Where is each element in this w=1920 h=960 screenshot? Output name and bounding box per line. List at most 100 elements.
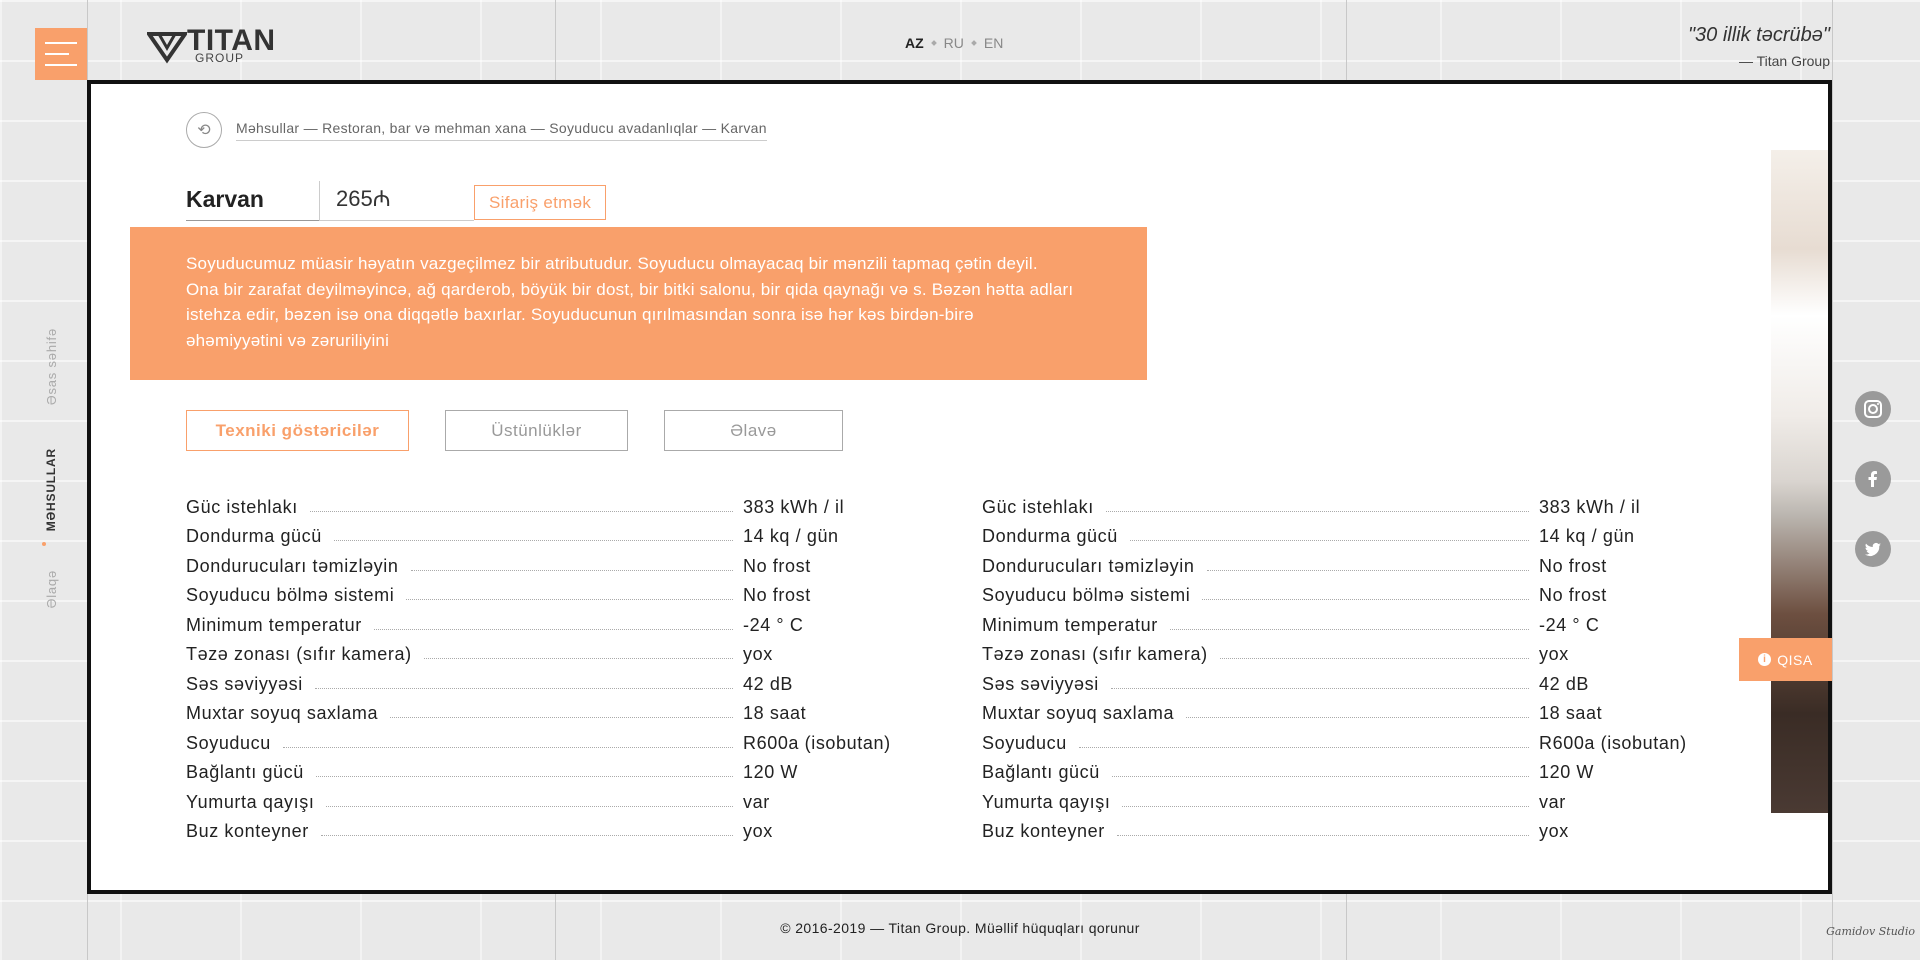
spec-row: Dondurucuları təmizləyin No frost (186, 547, 906, 577)
spec-row: Güc istehlakı 383 kWh / il (186, 488, 906, 518)
spec-label: Səs səviyyəsi (186, 673, 303, 694)
spec-value: R600a (isobutan) (1539, 732, 1687, 753)
spec-value: R600a (isobutan) (743, 732, 891, 753)
active-indicator (42, 542, 46, 546)
spec-row: Dondurma gücü 14 kq / gün (982, 518, 1702, 548)
tab-advantages[interactable]: Üstünlüklər (445, 410, 628, 451)
kitchen-photo (1771, 150, 1828, 813)
product-header: Karvan 265₼ Sifariş etmək (186, 181, 607, 221)
spec-row: Minimum temperatur -24 ° C (982, 606, 1702, 636)
product-price: 265₼ (319, 181, 474, 221)
spec-label: Dondurma gücü (186, 526, 322, 546)
info-icon: i (1758, 653, 1772, 666)
spec-value: No frost (1539, 585, 1607, 605)
studio-signature: Gamidov Studio (1826, 925, 1915, 938)
grid-line (1832, 0, 1833, 960)
spec-label: Yumurta qayışı (982, 791, 1111, 812)
spec-row: Bağlantı gücü 120 W (982, 754, 1702, 784)
spec-label: Bağlantı gücü (186, 762, 304, 782)
spec-label: Soyuducu bölmə sistemi (186, 585, 395, 605)
spec-dotted-leader (390, 717, 733, 718)
spec-value: -24 ° C (743, 614, 804, 635)
spec-table-right: Güc istehlakı 383 kWh / il Dondurma gücü 14… (982, 488, 1702, 842)
spec-label: Təzə zonası (sıfır kamera) (982, 644, 1208, 664)
spec-value: 383 kWh / il (1539, 496, 1641, 517)
back-button[interactable]: ⟲ (186, 112, 222, 148)
nav-home[interactable]: Əsas səhifə (44, 328, 59, 405)
spec-dotted-leader (1122, 805, 1529, 807)
spec-dotted-leader (1111, 776, 1529, 777)
product-description: Soyuducumuz müasir həyatın vazgeçilmez b… (130, 227, 1147, 380)
spec-row: Muxtar soyuq saxlama 18 saat (186, 695, 906, 725)
logo[interactable]: TITAN GROUP (147, 24, 297, 65)
facebook-icon[interactable] (1855, 461, 1891, 497)
spec-label: Güc istehlakı (186, 496, 298, 517)
spec-label: Güc istehlakı (982, 496, 1094, 517)
spec-label: Minimum temperatur (186, 614, 362, 635)
spec-label: Muxtar soyuq saxlama (982, 703, 1175, 723)
lang-en[interactable]: EN (984, 35, 1003, 51)
spec-dotted-leader (320, 835, 733, 836)
product-name: Karvan (186, 183, 319, 221)
spec-value: 42 dB (1539, 673, 1590, 694)
language-switcher: AZ RU EN (905, 35, 1003, 51)
content-frame: ⟲ Məhsullar — Restoran, bar və mehman xa… (87, 80, 1832, 894)
spec-row: Soyuducu R600a (isobutan) (186, 724, 906, 754)
spec-dotted-leader (1219, 658, 1529, 659)
menu-button[interactable] (35, 28, 87, 80)
spec-label: Bağlantı gücü (982, 762, 1100, 782)
spec-value: 18 saat (743, 703, 807, 723)
spec-row: Dondurucuları təmizləyin No frost (982, 547, 1702, 577)
spec-value: 42 dB (743, 673, 794, 694)
spec-dotted-leader (1105, 510, 1529, 512)
spec-dotted-leader (315, 776, 733, 777)
twitter-icon[interactable] (1855, 531, 1891, 567)
spec-value: yox (743, 821, 773, 841)
spec-value: var (743, 791, 770, 812)
spec-table-left: Güc istehlakı 383 kWh / il Dondurma gücü 14… (186, 488, 906, 842)
separator-dot (971, 40, 977, 46)
header-quote: "30 illik təcrübə" — Titan Group (1688, 24, 1830, 69)
hamburger-line (45, 42, 77, 44)
lang-ru[interactable]: RU (944, 35, 964, 51)
spec-value: No frost (1539, 555, 1607, 576)
spec-value: yox (1539, 821, 1569, 841)
hamburger-line (45, 64, 77, 66)
spec-dotted-leader (282, 746, 733, 748)
short-info-button[interactable]: i QISA (1739, 638, 1832, 681)
spec-dotted-leader (1206, 569, 1529, 571)
spec-label: Dondurucuları təmizləyin (982, 555, 1195, 576)
spec-value: No frost (743, 555, 811, 576)
spec-row: Səs səviyyəsi 42 dB (982, 665, 1702, 695)
breadcrumb[interactable]: Məhsullar — Restoran, bar və mehman xana… (236, 120, 767, 141)
spec-row: Buz konteyner yox (186, 813, 906, 843)
quote-author: — Titan Group (1738, 53, 1830, 69)
spec-value: -24 ° C (1539, 614, 1600, 635)
spec-row: Dondurma gücü 14 kq / gün (186, 518, 906, 548)
spec-row: Təzə zonası (sıfır kamera) yox (186, 636, 906, 666)
spec-row: Səs səviyyəsi 42 dB (186, 665, 906, 695)
logo-diamond-icon (147, 32, 187, 64)
spec-label: Muxtar soyuq saxlama (186, 703, 379, 723)
nav-products[interactable]: MƏHSULLAR (44, 448, 58, 531)
spec-dotted-leader (309, 510, 733, 512)
nav-contact[interactable]: Əlaqə (44, 570, 59, 608)
lang-az[interactable]: AZ (905, 35, 924, 51)
spec-row: Muxtar soyuq saxlama 18 saat (982, 695, 1702, 725)
instagram-icon[interactable] (1855, 391, 1891, 427)
tab-additional[interactable]: Əlavə (664, 410, 843, 451)
short-info-label: QISA (1777, 651, 1813, 668)
spec-value: yox (743, 644, 773, 664)
spec-value: var (1539, 791, 1566, 812)
spec-dotted-leader (326, 805, 733, 807)
spec-dotted-leader (1202, 599, 1529, 600)
spec-row: Təzə zonası (sıfır kamera) yox (982, 636, 1702, 666)
spec-value: 14 kq / gün (743, 526, 839, 546)
order-button[interactable]: Sifariş etmək (474, 185, 607, 220)
spec-value: 383 kWh / il (743, 496, 845, 517)
back-arrow-icon: ⟲ (197, 122, 211, 139)
logo-subtext: GROUP (195, 51, 245, 65)
tab-technical[interactable]: Texniki göstəricilər (186, 410, 409, 451)
spec-dotted-leader (1129, 540, 1529, 541)
spec-label: Soyuducu bölmə sistemi (982, 585, 1191, 605)
